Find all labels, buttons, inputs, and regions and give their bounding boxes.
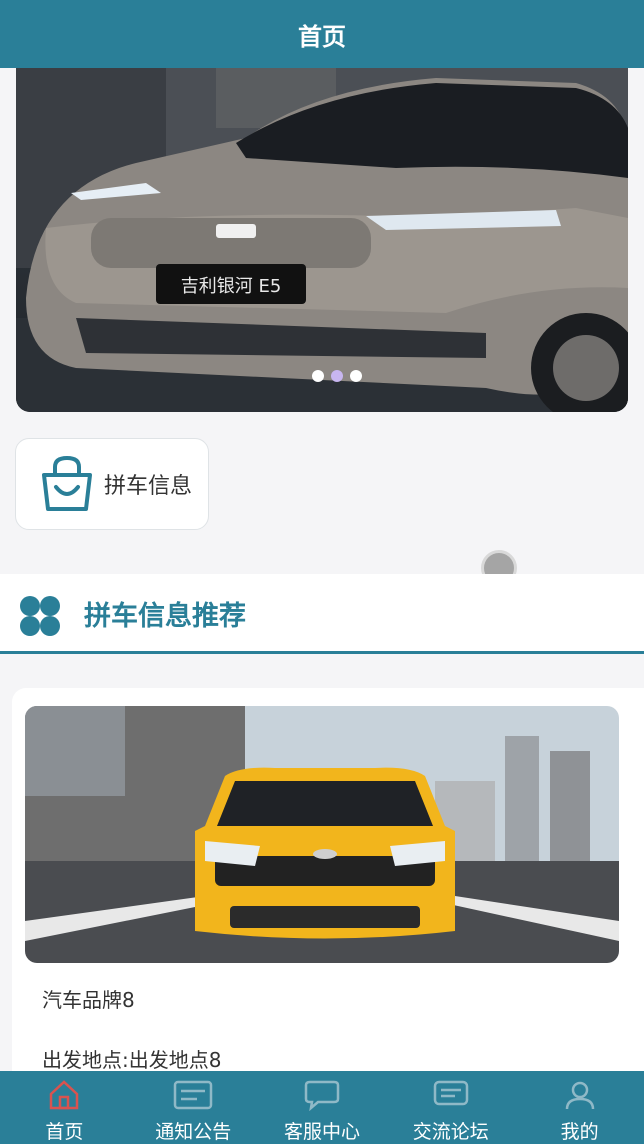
carousel-dot-2[interactable] (331, 370, 343, 382)
tab-home[interactable]: 首页 (0, 1071, 129, 1144)
banner-carousel[interactable]: 吉利银河 E5 (16, 68, 628, 412)
clover-icon (20, 596, 60, 636)
section-title: 拼车信息推荐 (84, 601, 246, 632)
tab-label: 通知公告 (155, 1121, 232, 1143)
forum-icon (433, 1080, 469, 1106)
banner-car-image: 吉利银河 E5 (16, 68, 628, 412)
tab-forum[interactable]: 交流论坛 (386, 1071, 515, 1144)
chat-icon (304, 1080, 340, 1111)
car-badge-text: 吉利银河 E5 (181, 276, 282, 297)
shopping-bag-icon (42, 455, 92, 511)
tab-label: 交流论坛 (412, 1121, 489, 1143)
tab-mine[interactable]: 我的 (515, 1071, 644, 1144)
page-title: 首页 (298, 22, 346, 51)
notice-icon (173, 1080, 213, 1110)
carousel-dot-1[interactable] (312, 370, 324, 382)
recommend-section-header: 拼车信息推荐 (0, 574, 644, 654)
menu-item-carpool-info[interactable]: 拼车信息 (15, 438, 209, 530)
page-header: 首页 (0, 0, 644, 68)
user-icon (565, 1081, 594, 1110)
tab-service[interactable]: 客服中心 (258, 1071, 387, 1144)
listing-car-photo[interactable] (25, 706, 619, 963)
tab-label: 我的 (560, 1121, 599, 1143)
tab-label: 客服中心 (283, 1121, 360, 1143)
tab-notice[interactable]: 通知公告 (129, 1071, 258, 1144)
bottom-tab-bar: 首页 通知公告 客服中心 交流论坛 我的 (0, 1071, 644, 1144)
listing-brand: 汽车品牌8 (42, 988, 135, 1012)
listing-departure: 出发地点:出发地点8 (42, 1048, 222, 1072)
carousel-dots[interactable] (312, 370, 362, 382)
carousel-dot-3[interactable] (350, 370, 362, 382)
menu-item-label: 拼车信息 (104, 474, 193, 499)
home-icon (50, 1080, 79, 1110)
carpool-listing-card[interactable]: 汽车品牌8 出发地点:出发地点8 (12, 688, 644, 1088)
tab-label: 首页 (45, 1121, 84, 1143)
